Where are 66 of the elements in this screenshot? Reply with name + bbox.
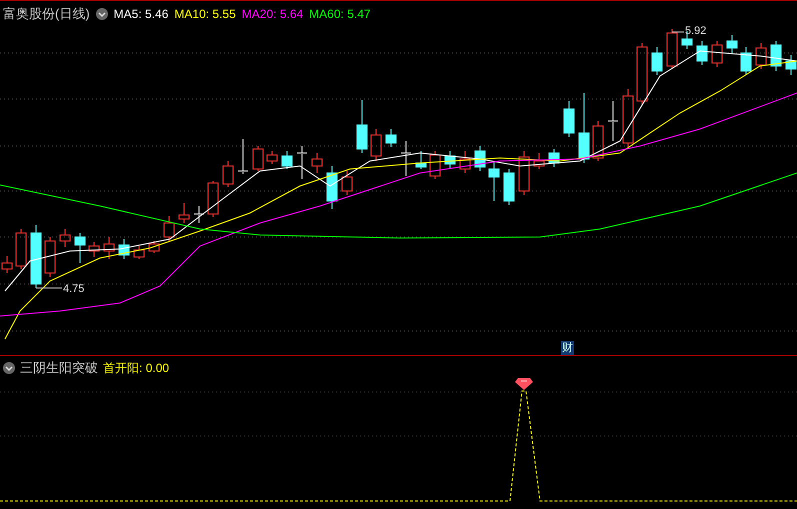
diamond-icon bbox=[515, 378, 533, 390]
candlestick bbox=[592, 120, 604, 162]
candlestick bbox=[194, 206, 204, 224]
candlestick bbox=[74, 232, 86, 264]
candlestick bbox=[608, 100, 618, 142]
candlestick bbox=[282, 150, 292, 170]
candlestick bbox=[266, 150, 278, 164]
candlestick bbox=[488, 160, 500, 202]
moving-average-value: MA60: 5.47 bbox=[309, 6, 371, 23]
candlestick bbox=[518, 150, 530, 196]
moving-average-value: MA10: 5.55 bbox=[174, 6, 236, 23]
finance-badge[interactable]: 财 bbox=[561, 341, 574, 355]
candlestick bbox=[652, 46, 662, 76]
price-label: 5.92 bbox=[685, 24, 706, 39]
candlestick bbox=[326, 166, 338, 210]
candlestick bbox=[252, 146, 264, 172]
candlestick bbox=[118, 238, 130, 260]
dropdown-icon[interactable] bbox=[3, 362, 15, 374]
candlestick bbox=[534, 152, 544, 170]
candlestick bbox=[548, 148, 560, 168]
candlestick bbox=[504, 168, 514, 206]
candlestick bbox=[134, 246, 144, 260]
candlestick bbox=[474, 146, 486, 172]
candlestick bbox=[756, 42, 766, 70]
candlestick bbox=[400, 140, 412, 176]
candlestick bbox=[636, 42, 648, 106]
candlestick bbox=[666, 28, 678, 70]
moving-average-value: MA20: 5.64 bbox=[242, 6, 304, 23]
candlestick bbox=[342, 170, 352, 196]
candlestick bbox=[164, 216, 174, 242]
candlestick bbox=[44, 236, 56, 278]
candlestick bbox=[2, 256, 12, 274]
candlestick bbox=[370, 128, 382, 162]
candlestick bbox=[564, 100, 574, 138]
chart-title: 富奥股份(日线) bbox=[3, 5, 90, 23]
candlestick bbox=[296, 146, 308, 180]
candlestick bbox=[622, 88, 634, 148]
candlestick bbox=[578, 92, 590, 164]
candlestick bbox=[104, 236, 114, 260]
candlestick bbox=[178, 202, 190, 224]
candlestick bbox=[416, 150, 426, 170]
moving-average-value: MA5: 5.46 bbox=[114, 6, 168, 23]
candlestick bbox=[786, 54, 796, 76]
candlestick bbox=[444, 150, 456, 170]
indicator-title: 三阴生阳突破 bbox=[20, 359, 98, 377]
candlestick bbox=[386, 128, 396, 148]
candlestick bbox=[30, 224, 42, 288]
price-label: 4.75 bbox=[63, 282, 84, 297]
candlestick bbox=[726, 34, 738, 54]
candlestick bbox=[430, 150, 440, 180]
candlestick bbox=[696, 40, 708, 66]
candlestick bbox=[16, 228, 26, 270]
candlestick bbox=[712, 40, 722, 68]
dropdown-icon[interactable] bbox=[96, 8, 108, 20]
candlestick bbox=[222, 160, 234, 188]
candlestick bbox=[356, 100, 368, 154]
candlestick bbox=[312, 152, 322, 174]
candlestick bbox=[770, 40, 782, 72]
candlestick bbox=[208, 180, 218, 218]
indicator-value: 首开阳: 0.00 bbox=[103, 360, 170, 377]
candlestick bbox=[60, 228, 70, 248]
candlestick bbox=[148, 240, 160, 254]
candlestick bbox=[740, 46, 752, 76]
candlestick bbox=[88, 242, 100, 258]
candlestick bbox=[460, 150, 470, 174]
candlestick bbox=[238, 138, 248, 174]
